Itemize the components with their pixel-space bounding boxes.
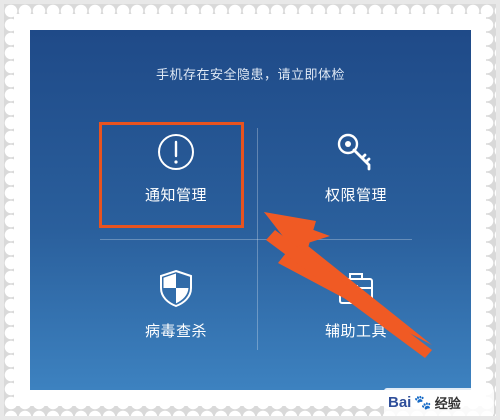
security-screen: 手机存在安全隐患，请立即体检 通知管理 权限管理 病毒查杀 辅助工具 (30, 30, 471, 390)
watermark-brand: Bai (388, 393, 412, 411)
paw-icon: 🐾 (414, 393, 432, 410)
baidu-jingyan-watermark: Bai 🐾 经验 (384, 388, 494, 416)
annotation-arrow (264, 212, 432, 358)
watermark-text: 经验 (434, 395, 461, 411)
